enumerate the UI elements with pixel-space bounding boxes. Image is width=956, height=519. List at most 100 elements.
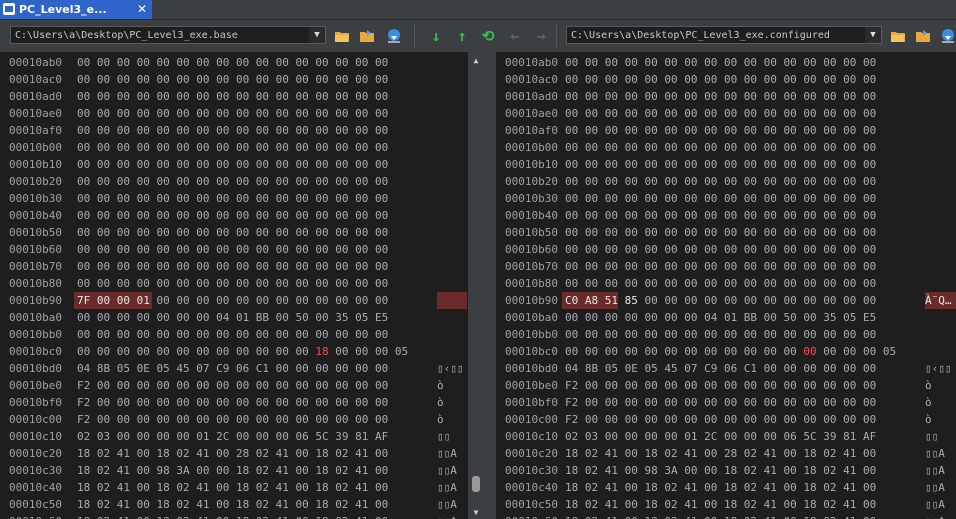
table-row: 00010b30 00 00 00 00 00 00 00 00 00 00 00…	[496, 190, 956, 207]
tab-file[interactable]: PC_Level3_e... ✕	[0, 0, 152, 19]
right-path-field[interactable]: C:\Users\a\Desktop\PC_Level3_exe.configu…	[566, 26, 882, 44]
hex-bytes[interactable]: 00 00 00 00 00 00 00 00 00 00 00 00 00 0…	[565, 156, 876, 173]
hex-address: 00010c30	[505, 462, 558, 479]
hex-bytes[interactable]: 00 00 00 00 00 00 00 00 00 00 00 00 00 0…	[565, 173, 876, 190]
hex-bytes[interactable]: 00 00 00 00 00 00 00 00 00 00 00 00 00 0…	[565, 224, 876, 241]
hex-bytes[interactable]: 00 00 00 00 00 00 00 00 00 00 00 00 00 0…	[77, 224, 388, 241]
hex-bytes[interactable]: 18 02 41 00 18 02 41 00 18 02 41 00 18 0…	[77, 513, 388, 519]
arrow-right-icon[interactable]: →	[531, 26, 551, 46]
hex-bytes[interactable]: 00 00 00 00 00 00 00 00 00 00 00 00 00 0…	[565, 139, 876, 156]
hex-bytes[interactable]: 00 00 00 00 00 00 00 00 00 00 00 00 00 0…	[565, 258, 876, 275]
hex-address: 00010b70	[505, 258, 558, 275]
close-icon[interactable]: ✕	[135, 0, 149, 19]
hex-bytes[interactable]: 00 00 00 00 00 00 00 00 00 00 00 00 00 0…	[565, 343, 896, 360]
hex-bytes[interactable]: F2 00 00 00 00 00 00 00 00 00 00 00 00 0…	[565, 394, 876, 411]
open-folder-left-icon[interactable]	[332, 26, 352, 46]
table-row: 00010ba0 00 00 00 00 00 00 00 04 01 BB 00…	[0, 309, 468, 326]
hex-bytes[interactable]: 00 00 00 00 00 00 00 00 00 00 00 00 00 0…	[77, 241, 388, 258]
hex-bytes[interactable]: 00 00 00 00 00 00 00 00 00 00 00 00 00 0…	[77, 326, 388, 343]
ascii-text: ▯▯A	[925, 496, 945, 513]
hex-bytes[interactable]: 02 03 00 00 00 00 01 2C 00 00 00 06 5C 3…	[565, 428, 876, 445]
hex-bytes[interactable]: 00 00 00 00 00 00 00 00 00 00 00 00 00 0…	[565, 88, 876, 105]
hex-bytes[interactable]: 00 00 00 00 00 00 00 00 00 00 00 00 00 0…	[77, 275, 388, 292]
hex-bytes[interactable]: F2 00 00 00 00 00 00 00 00 00 00 00 00 0…	[77, 411, 388, 428]
hex-address: 00010b10	[9, 156, 62, 173]
chevron-down-icon[interactable]: ▼	[865, 27, 881, 43]
hex-bytes[interactable]: 18 02 41 00 18 02 41 00 18 02 41 00 18 0…	[77, 496, 388, 513]
hex-bytes[interactable]: 00 00 00 00 00 00 00 00 00 00 00 00 00 0…	[77, 88, 388, 105]
left-path-field[interactable]: C:\Users\a\Desktop\PC_Level3_exe.base ▼	[10, 26, 326, 44]
hex-bytes[interactable]: 00 00 00 00 00 00 00 00 00 00 00 00 00 0…	[565, 207, 876, 224]
arrow-down-icon[interactable]: ↓	[426, 26, 446, 46]
hex-bytes[interactable]: C0 A8 51 85 00 00 00 00 00 00 00 00 00 0…	[565, 292, 876, 309]
arrow-left-icon[interactable]: ←	[505, 26, 525, 46]
hex-bytes[interactable]: 00 00 00 00 00 00 00 00 00 00 00 00 00 0…	[77, 105, 388, 122]
hex-bytes[interactable]: 18 02 41 00 98 3A 00 00 18 02 41 00 18 0…	[565, 462, 876, 479]
right-hex-pane[interactable]: 00010ab0 00 00 00 00 00 00 00 00 00 00 00…	[496, 52, 956, 519]
table-row: 00010c40 18 02 41 00 18 02 41 00 18 02 41…	[496, 479, 956, 496]
save-right-icon[interactable]	[938, 26, 956, 46]
hex-bytes[interactable]: F2 00 00 00 00 00 00 00 00 00 00 00 00 0…	[77, 394, 388, 411]
scroll-thumb[interactable]	[472, 476, 480, 492]
hex-bytes[interactable]: 00 00 00 00 00 00 00 00 00 00 00 00 18 0…	[77, 343, 408, 360]
hex-bytes[interactable]: 00 00 00 00 00 00 00 00 00 00 00 00 00 0…	[565, 105, 876, 122]
save-left-icon[interactable]	[384, 26, 404, 46]
hex-bytes[interactable]: 04 8B 05 0E 05 45 07 C9 06 C1 00 00 00 0…	[77, 360, 388, 377]
scroll-up-icon[interactable]: ▲	[471, 56, 481, 66]
table-row: 00010b80 00 00 00 00 00 00 00 00 00 00 00…	[0, 275, 468, 292]
hex-bytes[interactable]: 00 00 00 00 00 00 00 00 00 00 00 00 00 0…	[565, 54, 876, 71]
hex-bytes[interactable]: 00 00 00 00 00 00 00 00 00 00 00 00 00 0…	[77, 139, 388, 156]
hex-bytes[interactable]: 00 00 00 00 00 00 00 00 00 00 00 00 00 0…	[77, 190, 388, 207]
hex-bytes[interactable]: 18 02 41 00 18 02 41 00 28 02 41 00 18 0…	[77, 445, 388, 462]
hex-bytes[interactable]: 00 00 00 00 00 00 00 00 00 00 00 00 00 0…	[77, 122, 388, 139]
hex-bytes[interactable]: 18 02 41 00 18 02 41 00 18 02 41 00 18 0…	[77, 479, 388, 496]
scroll-down-icon[interactable]: ▼	[471, 508, 481, 518]
sync-icon[interactable]: ⟲	[478, 26, 498, 46]
chevron-down-icon[interactable]: ▼	[309, 27, 325, 43]
hex-bytes[interactable]: 00 00 00 00 00 00 00 00 00 00 00 00 00 0…	[77, 173, 388, 190]
reload-right-icon[interactable]	[913, 26, 933, 46]
hex-bytes[interactable]: 00 00 00 00 00 00 00 00 00 00 00 00 00 0…	[77, 207, 388, 224]
hex-bytes[interactable]: F2 00 00 00 00 00 00 00 00 00 00 00 00 0…	[565, 377, 876, 394]
hex-bytes[interactable]: 00 00 00 00 00 00 00 00 00 00 00 00 00 0…	[77, 71, 388, 88]
hex-bytes[interactable]: F2 00 00 00 00 00 00 00 00 00 00 00 00 0…	[77, 377, 388, 394]
hex-bytes[interactable]: 02 03 00 00 00 00 01 2C 00 00 00 06 5C 3…	[77, 428, 388, 445]
hex-bytes[interactable]: 00 00 00 00 00 00 00 00 00 00 00 00 00 0…	[77, 156, 388, 173]
hex-bytes[interactable]: 18 02 41 00 98 3A 00 00 18 02 41 00 18 0…	[77, 462, 388, 479]
table-row: 00010c6018 02 41 00 18 02 41 00 18 02 41…	[496, 513, 956, 519]
changed-byte: 18	[315, 345, 328, 358]
hex-bytes[interactable]: 18 02 41 00 18 02 41 00 18 02 41 00 18 0…	[565, 479, 876, 496]
table-row: 00010bc0 00 00 00 00 00 00 00 00 00 00 00…	[0, 343, 468, 360]
open-folder-right-icon[interactable]	[888, 26, 908, 46]
table-row: 00010bd0 04 8B 05 0E 05 45 07 C9 06 C1 00…	[0, 360, 468, 377]
reload-left-icon[interactable]	[357, 26, 377, 46]
hex-bytes[interactable]: 7F 00 00 01 00 00 00 00 00 00 00 00 00 0…	[77, 292, 388, 309]
hex-bytes[interactable]: 18 02 41 00 18 02 41 00 18 02 41 00 18 0…	[565, 513, 876, 519]
hex-bytes[interactable]: 00 00 00 00 00 00 00 04 01 BB 00 50 00 3…	[565, 309, 876, 326]
hex-bytes[interactable]: 04 8B 05 0E 05 45 07 C9 06 C1 00 00 00 0…	[565, 360, 876, 377]
hex-bytes-pre: 00 00 00 00 00 00 00 00 00 00 00 00	[565, 345, 803, 358]
hex-bytes[interactable]: 18 02 41 00 18 02 41 00 28 02 41 00 18 0…	[565, 445, 876, 462]
hex-bytes[interactable]: 00 00 00 00 00 00 00 00 00 00 00 00 00 0…	[565, 241, 876, 258]
hex-address: 00010b50	[9, 224, 62, 241]
hex-address: 00010b80	[9, 275, 62, 292]
table-row: 00010b80 00 00 00 00 00 00 00 00 00 00 00…	[496, 275, 956, 292]
left-hex-pane[interactable]: 00010ab0 00 00 00 00 00 00 00 00 00 00 00…	[0, 52, 468, 519]
hex-bytes[interactable]: 18 02 41 00 18 02 41 00 18 02 41 00 18 0…	[565, 496, 876, 513]
ascii-text: ò	[925, 377, 932, 394]
hex-bytes[interactable]: 00 00 00 00 00 00 00 00 00 00 00 00 00 0…	[565, 190, 876, 207]
table-row: 00010bf0 F2 00 00 00 00 00 00 00 00 00 00…	[0, 394, 468, 411]
table-row: 00010c00 F2 00 00 00 00 00 00 00 00 00 00…	[496, 411, 956, 428]
hex-bytes[interactable]: 00 00 00 00 00 00 00 00 00 00 00 00 00 0…	[565, 71, 876, 88]
hex-bytes[interactable]: 00 00 00 00 00 00 00 00 00 00 00 00 00 0…	[565, 326, 876, 343]
hex-bytes[interactable]: 00 00 00 00 00 00 00 00 00 00 00 00 00 0…	[565, 122, 876, 139]
ascii-text: ▯▯A	[925, 479, 945, 496]
table-row: 00010b00 00 00 00 00 00 00 00 00 00 00 00…	[496, 139, 956, 156]
arrow-up-icon[interactable]: ↑	[452, 26, 472, 46]
hex-bytes[interactable]: 00 00 00 00 00 00 00 00 00 00 00 00 00 0…	[565, 275, 876, 292]
left-scrollbar[interactable]: ▲ ▼	[469, 52, 483, 519]
hex-bytes[interactable]: F2 00 00 00 00 00 00 00 00 00 00 00 00 0…	[565, 411, 876, 428]
hex-bytes[interactable]: 00 00 00 00 00 00 00 00 00 00 00 00 00 0…	[77, 54, 388, 71]
hex-bytes[interactable]: 00 00 00 00 00 00 00 04 01 BB 00 50 00 3…	[77, 309, 388, 326]
hex-bytes[interactable]: 00 00 00 00 00 00 00 00 00 00 00 00 00 0…	[77, 258, 388, 275]
